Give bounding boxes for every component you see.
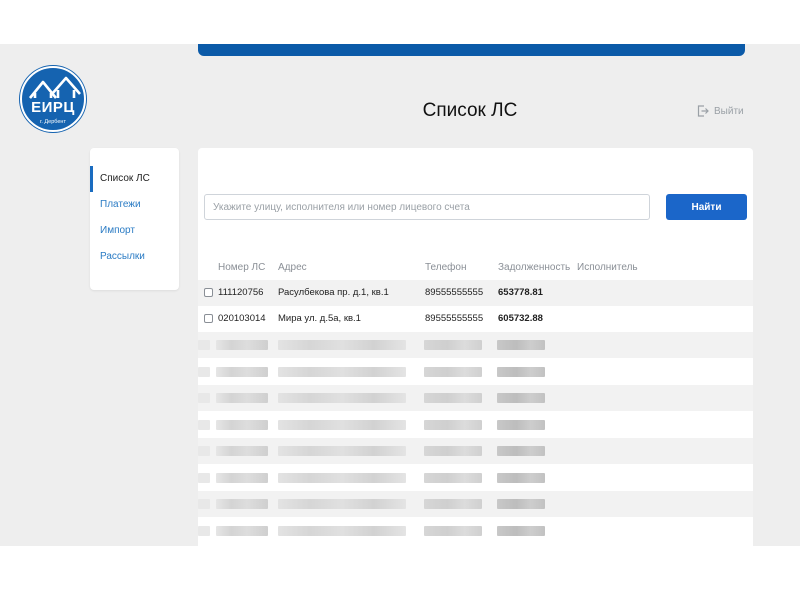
obscured-cell xyxy=(424,393,482,403)
account-number: 020103014 xyxy=(218,313,266,324)
table-row[interactable]: 111120756 Расулбекова пр. д.1, кв.1 8955… xyxy=(198,280,753,306)
obscured-cell xyxy=(497,446,545,456)
logo-title: ЕИРЦ xyxy=(31,99,75,116)
logout-icon xyxy=(697,105,709,117)
table-row-obscured[interactable] xyxy=(198,359,753,385)
address: Мира ул. д.5а, кв.1 xyxy=(278,313,361,324)
obscured-cell xyxy=(198,340,210,350)
table-row-obscured[interactable] xyxy=(198,412,753,438)
obscured-cell xyxy=(198,525,210,536)
accounts-panel: Найти Номер ЛС Адрес Телефон Задолженнос… xyxy=(198,148,753,546)
obscured-cell xyxy=(198,446,210,456)
obscured-cell xyxy=(278,525,406,536)
obscured-cell xyxy=(278,472,406,483)
obscured-cell xyxy=(424,340,482,350)
obscured-cell xyxy=(424,446,482,456)
account-number: 111120756 xyxy=(218,287,264,298)
obscured-cell xyxy=(198,499,210,509)
column-header-debt: Задолженность xyxy=(498,262,571,273)
table-row-obscured[interactable] xyxy=(198,491,753,517)
row-checkbox[interactable] xyxy=(204,288,213,297)
table-row-obscured[interactable] xyxy=(198,518,753,544)
table-row-obscured[interactable] xyxy=(198,465,753,491)
obscured-cell xyxy=(278,393,406,403)
logout-label: Выйти xyxy=(714,105,744,117)
sidebar: Список ЛС Платежи Импорт Рассылки xyxy=(90,148,179,290)
search-button[interactable]: Найти xyxy=(666,194,747,220)
obscured-cell xyxy=(216,446,268,456)
obscured-cell xyxy=(497,472,545,483)
column-header-phone: Телефон xyxy=(425,262,467,273)
obscured-cell xyxy=(198,472,210,483)
column-header-address: Адрес xyxy=(278,262,307,273)
phone: 89555555555 xyxy=(425,313,484,324)
obscured-cell xyxy=(216,472,268,483)
phone: 89555555555 xyxy=(425,287,484,298)
debt-amount: 653778.81 xyxy=(498,287,543,298)
sidebar-item-mailings[interactable]: Рассылки xyxy=(90,244,179,270)
table-row-obscured[interactable] xyxy=(198,332,753,358)
table-row-obscured[interactable] xyxy=(198,385,753,411)
obscured-cell xyxy=(198,393,210,403)
obscured-cell xyxy=(278,499,406,509)
search-input[interactable] xyxy=(204,194,650,220)
obscured-cell xyxy=(278,366,406,377)
obscured-cell xyxy=(497,393,545,403)
obscured-cell xyxy=(424,499,482,509)
obscured-cell xyxy=(497,525,545,536)
obscured-cell xyxy=(424,472,482,483)
column-header-executor: Исполнитель xyxy=(577,262,638,273)
obscured-cell xyxy=(216,340,268,350)
obscured-cell xyxy=(216,393,268,403)
sidebar-item-payments[interactable]: Платежи xyxy=(90,192,179,218)
obscured-cell xyxy=(216,499,268,509)
obscured-cell xyxy=(278,340,406,350)
obscured-cell xyxy=(198,419,210,430)
obscured-cell xyxy=(497,419,545,430)
obscured-cell xyxy=(216,419,268,430)
top-banner-strip xyxy=(198,44,745,56)
row-checkbox[interactable] xyxy=(204,314,213,323)
address: Расулбекова пр. д.1, кв.1 xyxy=(278,287,389,298)
obscured-cell xyxy=(424,366,482,377)
obscured-cell xyxy=(278,419,406,430)
sidebar-item-accounts[interactable]: Список ЛС xyxy=(90,166,179,192)
table-row-obscured[interactable] xyxy=(198,438,753,464)
obscured-cell xyxy=(497,499,545,509)
obscured-cell xyxy=(497,340,545,350)
debt-amount: 605732.88 xyxy=(498,313,543,324)
obscured-cell xyxy=(216,525,268,536)
obscured-cell xyxy=(216,366,268,377)
sidebar-item-import[interactable]: Импорт xyxy=(90,218,179,244)
obscured-cell xyxy=(497,366,545,377)
obscured-cell xyxy=(278,446,406,456)
obscured-cell xyxy=(424,419,482,430)
column-header-account: Номер ЛС xyxy=(218,262,266,273)
logo-subtitle: г. Дербент xyxy=(40,119,66,125)
obscured-cell xyxy=(198,366,210,377)
table-row[interactable]: 020103014 Мира ул. д.5а, кв.1 8955555555… xyxy=(198,306,753,332)
obscured-cell xyxy=(424,525,482,536)
logo: ЕИРЦ г. Дербент xyxy=(20,66,86,132)
app-background: ЕИРЦ г. Дербент Список ЛС Выйти Список Л… xyxy=(0,44,800,546)
logout-button[interactable]: Выйти xyxy=(697,105,744,117)
page-title: Список ЛС xyxy=(422,100,518,121)
